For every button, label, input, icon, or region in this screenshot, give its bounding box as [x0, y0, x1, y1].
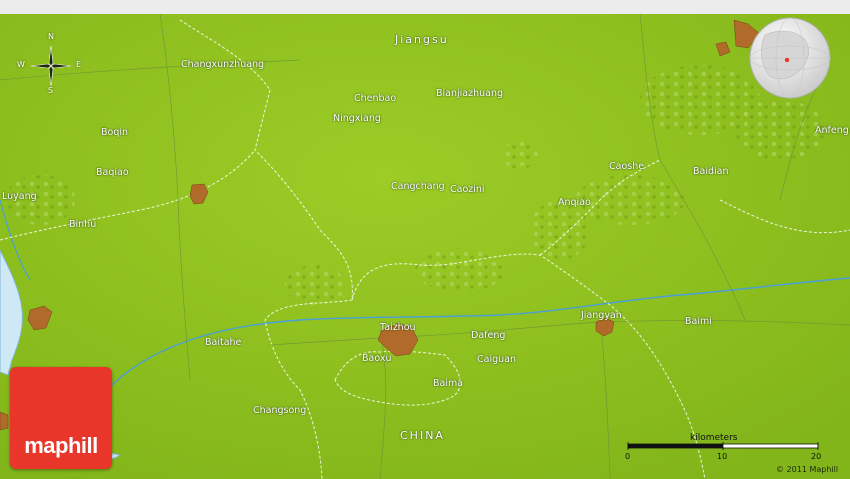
place-label[interactable]: Baima — [433, 378, 463, 389]
place-label[interactable]: Binhu — [69, 219, 96, 230]
terrain-layer — [0, 13, 850, 479]
region-label: Jiangsu — [395, 33, 449, 46]
place-label[interactable]: Anqiao — [558, 197, 591, 208]
scale-bar: kilometers 0 10 20 — [624, 433, 822, 463]
place-label[interactable]: Baoxu — [362, 353, 392, 364]
scale-tick: 10 — [717, 452, 728, 461]
locator-dot — [784, 57, 790, 63]
scale-tick: 0 — [625, 452, 631, 461]
place-label[interactable]: Changxunzhuang — [181, 59, 264, 70]
logo-text: maphill — [24, 433, 98, 458]
copyright-text: © 2011 Maphill — [776, 465, 839, 474]
place-label[interactable]: Bianjiazhuang — [436, 88, 503, 99]
place-label[interactable]: Changsong — [253, 405, 306, 416]
place-label[interactable]: Taizhou — [380, 322, 416, 333]
place-label[interactable]: Caiguan — [477, 354, 516, 365]
compass-south: S — [48, 86, 54, 95]
place-label[interactable]: Caozini — [450, 184, 485, 195]
place-label[interactable]: Ningxiang — [333, 113, 381, 124]
place-label[interactable]: Baimi — [685, 316, 712, 327]
place-label[interactable]: Baqiao — [96, 167, 129, 178]
place-label[interactable]: Baitahe — [205, 337, 241, 348]
compass-west: W — [17, 60, 25, 69]
scale-tick: 20 — [811, 452, 822, 461]
place-label[interactable]: Chenbao — [354, 93, 396, 104]
place-label[interactable]: Caoshe — [609, 161, 644, 172]
country-label: CHINA — [400, 429, 445, 442]
compass-north: N — [48, 32, 54, 41]
map-view[interactable]: N S E W Jiangsu CHINA Changxunzhuang Che… — [0, 0, 850, 479]
place-label[interactable]: Boqin — [101, 127, 128, 138]
place-label[interactable]: Cangchang — [391, 181, 445, 192]
place-label[interactable]: Baidian — [693, 166, 729, 177]
place-label[interactable]: Dafeng — [471, 330, 505, 341]
compass: N S E W — [17, 32, 84, 98]
place-label[interactable]: Jiangyan — [581, 310, 622, 321]
locator-globe — [749, 17, 831, 99]
maphill-logo[interactable]: maphill — [10, 367, 112, 469]
compass-east: E — [76, 60, 82, 69]
scale-unit-label: kilometers — [690, 433, 738, 443]
place-label[interactable]: Anfeng — [815, 125, 849, 136]
place-label[interactable]: Luyang — [2, 191, 37, 202]
